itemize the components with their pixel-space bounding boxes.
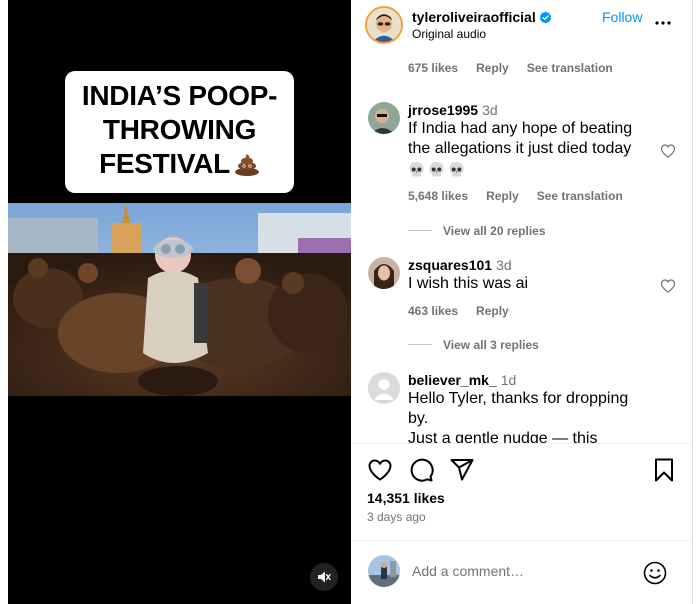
comment-text-line: If India had any hope of beating <box>408 120 633 137</box>
video-title-line-3: FESTIVAL <box>65 147 294 181</box>
video-title-line-2: THROWING <box>102 114 257 145</box>
post-side-panel: tyleroliveiraofficial Original audio Fol… <box>351 0 693 604</box>
comment-text-line: the allegations it just died today <box>408 140 632 157</box>
comment-text-line: Hello Tyler, thanks for dropping <box>408 390 629 407</box>
speaker-muted-icon <box>318 571 331 583</box>
smiley-icon[interactable] <box>642 560 668 586</box>
commenter-avatar[interactable] <box>368 372 400 404</box>
skull-emoji-row <box>408 161 648 182</box>
reply-button[interactable]: Reply <box>476 61 509 75</box>
bookmark-icon[interactable] <box>651 457 677 483</box>
see-translation-button[interactable]: See translation <box>527 61 613 75</box>
skull-emoji <box>409 162 424 177</box>
replies-divider-line <box>408 344 432 345</box>
commenter-avatar[interactable] <box>368 102 400 134</box>
see-translation-button[interactable]: See translation <box>537 189 623 203</box>
comment-meta: 675 likes Reply See translation <box>408 61 631 75</box>
video-title-card: INDIA’S POOP- THROWING FESTIVAL <box>65 71 294 193</box>
add-comment-input[interactable] <box>412 561 662 581</box>
comment-text-line: Just a gentle nudge — this <box>408 430 598 443</box>
comment-icon[interactable] <box>408 457 434 483</box>
commenter-avatar-image <box>368 257 400 289</box>
current-user-avatar-image <box>368 555 400 587</box>
comment-author[interactable]: believer_mk_ 1d <box>408 372 516 388</box>
comment-author[interactable]: jrrose1995 3d <box>408 102 498 118</box>
view-replies-button[interactable]: View all 20 replies <box>408 224 546 238</box>
comment-text-line: I wish this was ai <box>408 275 529 292</box>
more-options-icon[interactable] <box>654 14 672 32</box>
skull-emoji <box>449 162 464 177</box>
view-replies-button[interactable]: View all 3 replies <box>408 338 539 352</box>
skull-emoji <box>429 162 444 177</box>
pile-of-poo-emoji <box>234 154 259 176</box>
follow-button[interactable]: Follow <box>602 9 642 25</box>
section-divider <box>351 443 693 444</box>
current-user-avatar <box>368 555 400 587</box>
post-actions-bar <box>351 455 693 485</box>
post-like-count[interactable]: 14,351 likes <box>367 490 445 506</box>
comment-age: 1d <box>500 372 517 388</box>
video-title-line-1: INDIA’S POOP- <box>81 80 278 111</box>
commenter-avatar[interactable] <box>368 257 400 289</box>
comment-text: I wish this was ai <box>408 274 648 294</box>
comment-author[interactable]: zsquares101 3d <box>408 257 512 273</box>
comments-list[interactable]: 675 likes Reply See translation jrrose1995… <box>351 50 693 443</box>
mute-toggle-button[interactable] <box>310 563 338 591</box>
comment-age: 3d <box>482 102 498 118</box>
share-icon[interactable] <box>449 457 475 483</box>
verified-badge-icon <box>539 11 551 24</box>
audio-label[interactable]: Original audio <box>412 27 486 41</box>
reply-button[interactable]: Reply <box>476 304 509 318</box>
comment-text: Hello Tyler, thanks for dropping by. Jus… <box>408 389 648 443</box>
comment-likes[interactable]: 5,648 likes <box>408 189 468 203</box>
comment-text: If India had any hope of beating the all… <box>408 119 648 182</box>
post-header: tyleroliveiraofficial Original audio Fol… <box>351 0 693 50</box>
reply-button[interactable]: Reply <box>486 189 519 203</box>
comment-age: 3d <box>496 257 512 273</box>
comment-likes[interactable]: 675 likes <box>408 61 458 75</box>
heart-icon[interactable] <box>367 457 393 483</box>
like-comment-heart-icon[interactable] <box>660 278 676 294</box>
festival-scene-image <box>8 203 351 396</box>
comment-text-line: by. <box>408 410 429 427</box>
author-avatar-image <box>367 8 401 42</box>
post-timestamp[interactable]: 3 days ago <box>367 510 426 524</box>
replies-divider-line <box>408 230 432 231</box>
comment-likes[interactable]: 463 likes <box>408 304 458 318</box>
default-avatar-icon <box>368 372 400 404</box>
section-divider <box>351 540 693 541</box>
reel-video[interactable]: INDIA’S POOP- THROWING FESTIVAL <box>8 0 351 604</box>
post-modal: INDIA’S POOP- THROWING FESTIVAL tyleroli… <box>0 0 700 604</box>
comment-meta: 5,648 likes Reply See translation <box>408 189 641 203</box>
author-username[interactable]: tyleroliveiraofficial <box>412 9 552 25</box>
author-avatar[interactable] <box>365 6 403 44</box>
commenter-avatar-image <box>368 102 400 134</box>
comment-meta: 463 likes Reply <box>408 304 527 318</box>
like-comment-heart-icon[interactable] <box>660 143 676 159</box>
